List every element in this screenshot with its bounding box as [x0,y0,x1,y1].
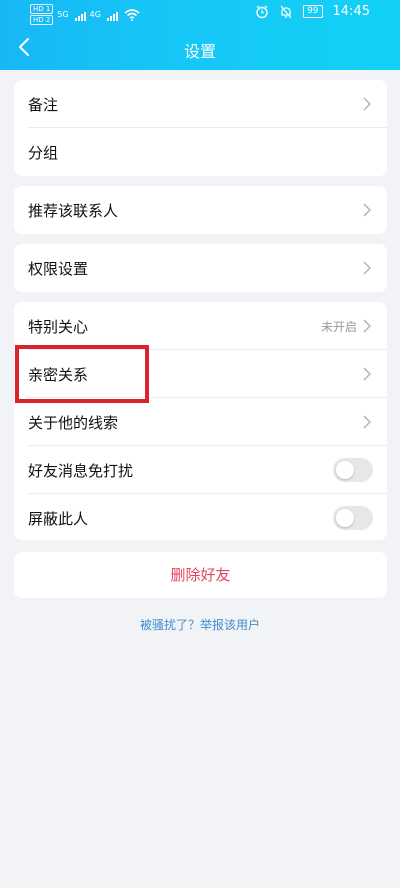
settings-group-2: 推荐该联系人 [14,186,387,234]
report-user-link[interactable]: 被骚扰了？举报该用户 [0,616,400,633]
row-recommend-contact[interactable]: 推荐该联系人 [14,186,387,234]
row-remark[interactable]: 备注 [14,80,387,128]
row-clues-about-him[interactable]: 关于他的线索 [14,398,387,446]
row-special-care[interactable]: 特别关心 未开启 [14,302,387,350]
alarm-icon [256,5,268,18]
delete-friend-button[interactable]: 删除好友 [14,552,387,598]
page-title: 设置 [183,42,216,61]
row-label-dnd: 好友消息免打扰 [28,461,134,480]
chevron-right-icon [363,415,371,429]
row-label-intimate: 亲密关系 [28,365,89,384]
status-bar: HD 1 HD 2 5G 4G 99 14:45 [0,0,400,28]
settings-group-4: 特别关心 未开启 亲密关系 关于他的线索 好友消息免打扰 屏蔽此人 [14,302,387,540]
hd-badge-1: HD 1 [30,4,54,14]
bell-off-icon [280,5,292,18]
top-bar: HD 1 HD 2 5G 4G 99 14:45 设置 [0,0,400,70]
row-permission-settings[interactable]: 权限设置 [14,244,387,292]
row-label-recommend: 推荐该联系人 [28,201,119,220]
row-label-permission: 权限设置 [28,259,89,278]
network-type-1: 5G [57,10,69,19]
status-left: HD 1 HD 2 5G 4G [30,4,140,25]
chevron-right-icon [363,261,371,275]
row-label-clues: 关于他的线索 [28,413,119,432]
toggle-knob [336,509,354,527]
settings-group-3: 权限设置 [14,244,387,292]
row-do-not-disturb: 好友消息免打扰 [14,446,387,494]
battery-indicator: 99 [303,5,323,18]
chevron-right-icon [363,203,371,217]
signal-icon-1 [74,9,86,21]
chevron-right-icon [363,97,371,111]
signal-icon-2 [106,9,118,21]
block-toggle[interactable] [333,506,373,530]
row-block-person: 屏蔽此人 [14,494,387,542]
chevron-right-icon [363,319,371,333]
network-type-2: 4G [89,10,101,19]
special-care-status: 未开启 [320,320,357,334]
toggle-knob [336,461,354,479]
row-intimate-relationship[interactable]: 亲密关系 [14,350,387,398]
settings-group-1: 备注 分组 [14,80,387,176]
row-label-remark: 备注 [28,95,59,114]
row-label-special-care: 特别关心 [28,317,89,336]
row-label-group: 分组 [28,143,59,162]
clock: 14:45 [332,4,370,19]
row-label-block: 屏蔽此人 [28,509,89,528]
wifi-icon [124,8,140,21]
dnd-toggle[interactable] [333,458,373,482]
chevron-right-icon [363,367,371,381]
status-right: 99 14:45 [255,4,370,19]
row-group[interactable]: 分组 [14,128,387,176]
hd-badge-2: HD 2 [30,15,54,25]
